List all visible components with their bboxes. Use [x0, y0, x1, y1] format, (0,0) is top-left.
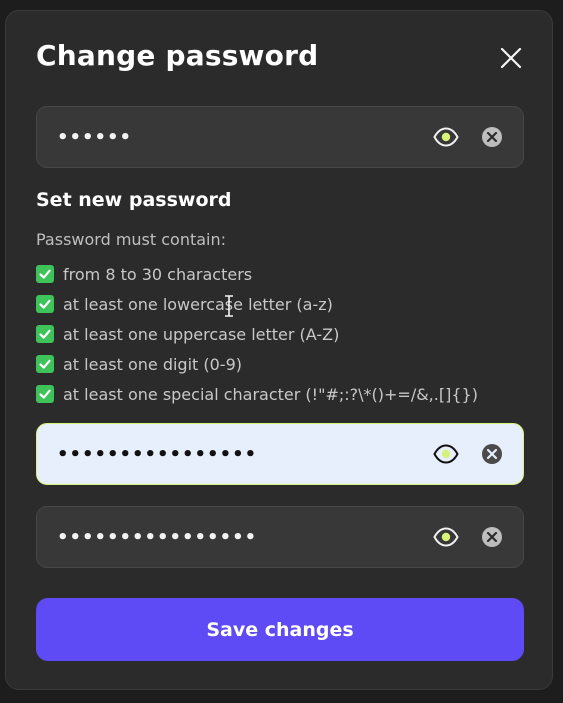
section-title: Set new password — [36, 189, 232, 211]
new-password-field[interactable]: •••••••••••••••• — [36, 423, 524, 485]
requirement-item: from 8 to 30 characters — [36, 259, 478, 289]
requirement-label: at least one digit (0-9) — [63, 354, 242, 374]
requirement-label: at least one special character (!"#;:?\*… — [63, 384, 478, 404]
text-cursor-icon — [222, 294, 236, 318]
eye-icon[interactable] — [433, 443, 459, 465]
requirement-label: at least one uppercase letter (A-Z) — [63, 324, 340, 344]
requirements-list: from 8 to 30 characters at least one low… — [36, 259, 478, 409]
close-icon[interactable] — [498, 45, 524, 71]
eye-icon[interactable] — [433, 526, 459, 548]
clear-icon[interactable] — [481, 126, 503, 148]
confirm-password-field[interactable]: •••••••••••••••• — [36, 506, 524, 568]
requirement-item: at least one uppercase letter (A-Z) — [36, 319, 478, 349]
current-password-value: •••••• — [57, 127, 133, 148]
checkbox-check-icon — [36, 325, 54, 343]
requirement-label: from 8 to 30 characters — [63, 264, 253, 284]
checkbox-check-icon — [36, 265, 54, 283]
requirement-item: at least one special character (!"#;:?\*… — [36, 379, 478, 409]
clear-icon[interactable] — [481, 526, 503, 548]
requirements-hint: Password must contain: — [36, 230, 227, 249]
eye-icon[interactable] — [433, 126, 459, 148]
requirement-item: at least one lowercase letter (a-z) — [36, 289, 478, 319]
requirement-item: at least one digit (0-9) — [36, 349, 478, 379]
checkbox-check-icon — [36, 385, 54, 403]
save-changes-button[interactable]: Save changes — [36, 598, 524, 661]
clear-icon[interactable] — [481, 443, 503, 465]
change-password-dialog: Change password •••••• Set new password … — [5, 10, 553, 690]
checkbox-check-icon — [36, 295, 54, 313]
requirement-label: at least one lowercase letter (a-z) — [63, 294, 333, 314]
checkbox-check-icon — [36, 355, 54, 373]
dialog-title: Change password — [36, 39, 319, 72]
new-password-value: •••••••••••••••• — [57, 444, 258, 465]
confirm-password-value: •••••••••••••••• — [57, 527, 258, 548]
current-password-field[interactable]: •••••• — [36, 106, 524, 168]
